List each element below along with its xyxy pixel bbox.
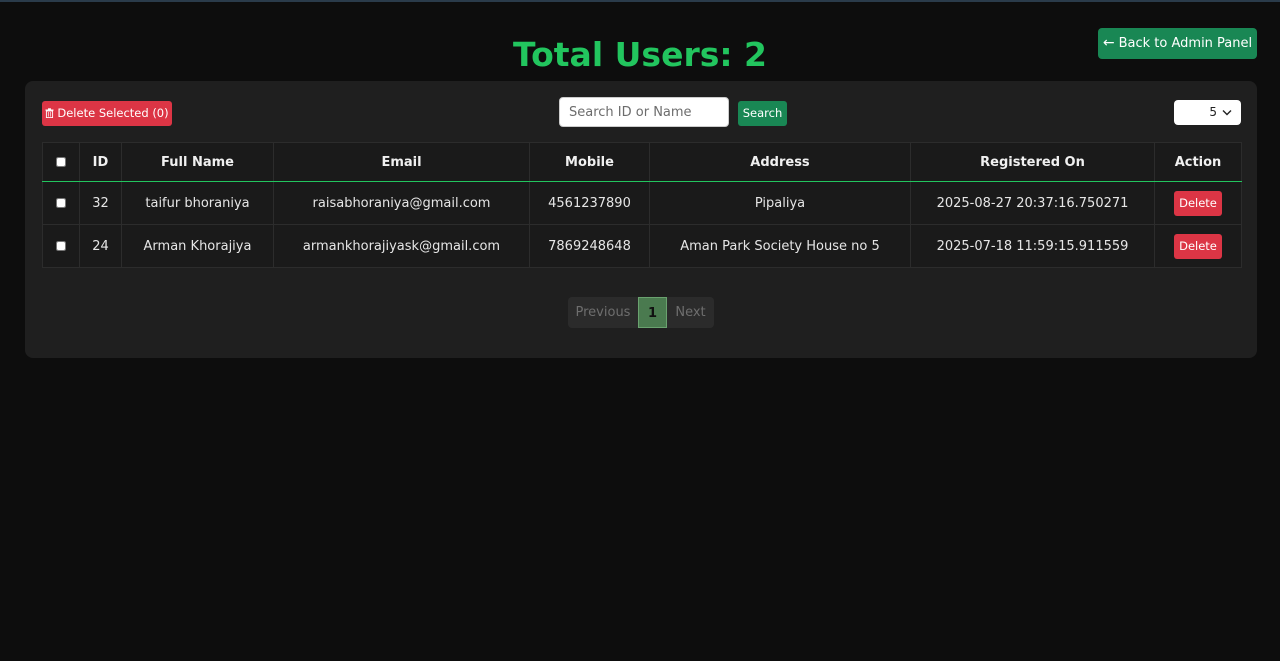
- cell-mobile: 4561237890: [529, 181, 650, 225]
- select-all-cell: [42, 142, 80, 182]
- back-to-admin-button[interactable]: ← Back to Admin Panel: [1098, 28, 1257, 59]
- users-panel: Delete Selected (0) Search 5 ID Full Nam…: [25, 81, 1257, 358]
- search-button[interactable]: Search: [738, 101, 787, 126]
- row-select-cell: [42, 224, 80, 268]
- delete-selected-label: Delete Selected (0): [57, 106, 169, 120]
- cell-action: Delete: [1154, 224, 1242, 268]
- cell-id: 32: [79, 181, 122, 225]
- cell-full-name: Arman Khorajiya: [121, 224, 274, 268]
- cell-id: 24: [79, 224, 122, 268]
- top-border: [0, 0, 1280, 2]
- cell-email: armankhorajiyask@gmail.com: [273, 224, 530, 268]
- cell-registered-on: 2025-07-18 11:59:15.911559: [910, 224, 1155, 268]
- row-delete-button[interactable]: Delete: [1174, 233, 1222, 259]
- column-header-address: Address: [649, 142, 911, 182]
- pagination-page-1[interactable]: 1: [638, 297, 667, 328]
- cell-action: Delete: [1154, 181, 1242, 225]
- column-header-action: Action: [1154, 142, 1242, 182]
- row-checkbox[interactable]: [56, 241, 66, 251]
- column-header-mobile: Mobile: [529, 142, 650, 182]
- table-row: 24 Arman Khorajiya armankhorajiyask@gmai…: [42, 224, 1242, 268]
- pagination-next[interactable]: Next: [667, 297, 714, 328]
- trash-icon: [45, 108, 54, 118]
- cell-full-name: taifur bhoraniya: [121, 181, 274, 225]
- column-header-registered-on: Registered On: [910, 142, 1155, 182]
- cell-address: Aman Park Society House no 5: [649, 224, 911, 268]
- cell-registered-on: 2025-08-27 20:37:16.750271: [910, 181, 1155, 225]
- cell-email: raisabhoraniya@gmail.com: [273, 181, 530, 225]
- arrow-left-icon: ←: [1102, 35, 1115, 51]
- row-delete-button[interactable]: Delete: [1174, 190, 1222, 216]
- page-size-value: 5: [1209, 105, 1217, 119]
- table-header-row: ID Full Name Email Mobile Address Regist…: [42, 142, 1242, 182]
- page-size-select[interactable]: 5: [1174, 100, 1241, 125]
- table-row: 32 taifur bhoraniya raisabhoraniya@gmail…: [42, 181, 1242, 225]
- delete-selected-button[interactable]: Delete Selected (0): [42, 101, 172, 126]
- search-input[interactable]: [559, 97, 729, 127]
- row-checkbox[interactable]: [56, 198, 66, 208]
- column-header-email: Email: [273, 142, 530, 182]
- select-all-checkbox[interactable]: [56, 157, 66, 167]
- pagination: Previous 1 Next: [568, 297, 714, 328]
- row-select-cell: [42, 181, 80, 225]
- cell-mobile: 7869248648: [529, 224, 650, 268]
- users-table: ID Full Name Email Mobile Address Regist…: [42, 142, 1242, 268]
- pagination-previous[interactable]: Previous: [568, 297, 638, 328]
- chevron-down-icon: [1222, 110, 1232, 116]
- cell-address: Pipaliya: [649, 181, 911, 225]
- page-title: Total Users: 2: [512, 35, 768, 74]
- column-header-id: ID: [79, 142, 122, 182]
- column-header-full-name: Full Name: [121, 142, 274, 182]
- back-button-label: Back to Admin Panel: [1118, 36, 1253, 51]
